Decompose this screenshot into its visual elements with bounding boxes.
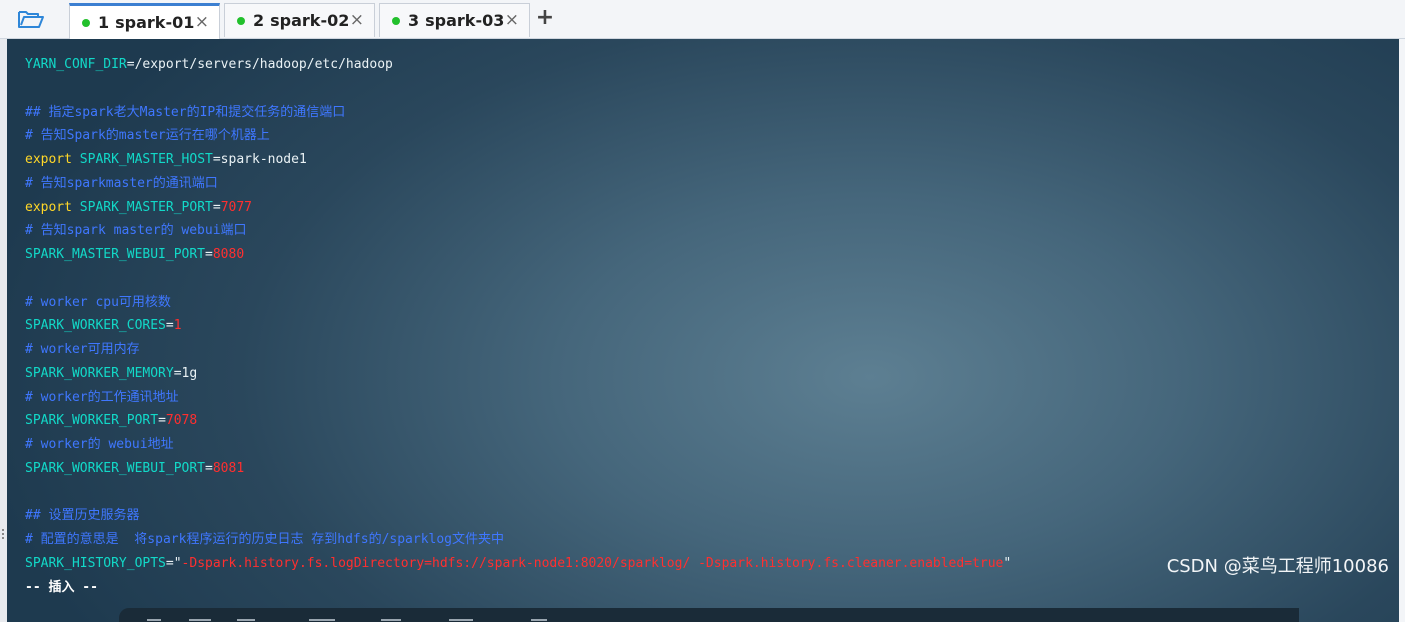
tab-label: spark-01 [115, 13, 195, 32]
terminal-line: # 告知Spark的master运行在哪个机器上 [25, 124, 1385, 148]
terminal-text-segment: " [1003, 555, 1012, 571]
terminal-text-segment: = [212, 199, 221, 215]
terminal-text-segment: # 告知spark master的 webui端口 [25, 223, 247, 239]
terminal-text-segment: = [205, 247, 213, 262]
terminal-line: # worker的工作通讯地址 [25, 386, 1385, 410]
terminal-text-segment: SPARK_WORKER_MEMORY [25, 365, 174, 381]
close-tab-icon[interactable]: × [350, 10, 364, 30]
terminal-text: YARN_CONF_DIR=/export/servers/hadoop/etc… [25, 53, 1385, 599]
terminal-screen[interactable]: YARN_CONF_DIR=/export/servers/hadoop/etc… [7, 39, 1399, 622]
tab-number: 3 [408, 11, 420, 30]
side-panel-strip [0, 39, 7, 622]
terminal-text-segment: 7077 [220, 199, 252, 215]
terminal-text-segment: # 配置的意思是 将spark程序运行的历史日志 存到hdfs的/sparklo… [25, 532, 505, 547]
terminal-line: ## 指定spark老大Master的IP和提交任务的通信端口 [25, 101, 1385, 125]
watermark: CSDN @菜鸟工程师10086 [1166, 556, 1389, 577]
terminal-text-segment: =spark-node1 [212, 152, 307, 167]
tab-spark-03[interactable]: 3 spark-03 × [379, 3, 530, 37]
terminal-text-segment: # worker的 webui地址 [25, 437, 174, 452]
terminal-line: # 告知spark master的 webui端口 [25, 219, 1385, 243]
terminal-text-segment: # worker cpu可用核数 [25, 294, 171, 310]
tab-number: 2 [253, 11, 265, 30]
scrollbar-track[interactable] [1399, 39, 1405, 622]
terminal-text-segment: SPARK_WORKER_CORES [25, 318, 166, 334]
terminal-text-segment: SPARK_HISTORY_OPTS [25, 555, 166, 571]
terminal-text-segment: 7078 [165, 413, 198, 429]
terminal-line: YARN_CONF_DIR=/export/servers/hadoop/etc… [25, 53, 1385, 77]
terminal-line: # 配置的意思是 将spark程序运行的历史日志 存到hdfs的/sparklo… [25, 528, 1385, 552]
terminal-line: export SPARK_MASTER_PORT=7077 [25, 196, 1385, 220]
terminal-text-segment: 8081 [212, 460, 245, 476]
terminal-line: # worker可用内存 [25, 338, 1385, 362]
terminal-line: ## 设置历史服务器 [25, 504, 1385, 528]
resize-grip-icon[interactable] [1, 527, 5, 543]
terminal-line: SPARK_WORKER_WEBUI_PORT=8081 [25, 457, 1385, 481]
terminal-line: # 告知sparkmaster的通讯端口 [25, 172, 1385, 196]
terminal-text-segment: export [25, 199, 80, 215]
connected-status-icon [82, 18, 90, 27]
terminal-text-segment: ## 指定spark老大Master的IP和提交任务的通信端口 [25, 104, 346, 120]
terminal-text-segment: =1g [173, 365, 198, 381]
terminal-text-segment: ## 设置历史服务器 [25, 508, 140, 524]
terminal-text-segment: 8080 [212, 247, 245, 262]
terminal-bottom-overlay [119, 608, 1299, 622]
terminal-text-segment: =" [165, 555, 182, 571]
close-tab-icon[interactable]: × [195, 12, 209, 32]
terminal-text-segment: # worker的工作通讯地址 [25, 389, 179, 405]
terminal-text-segment: SPARK_WORKER_PORT [25, 413, 159, 429]
terminal-text-segment: SPARK_MASTER_PORT [79, 199, 213, 215]
tab-number: 1 [98, 13, 110, 32]
tab-bar: 1 spark-01 × 2 spark-02 × 3 spark-03 × + [0, 0, 1405, 39]
terminal-line: SPARK_MASTER_WEBUI_PORT=8080 [25, 243, 1385, 267]
terminal-text-segment: -- 插入 -- [25, 579, 98, 595]
terminal-text-segment: # 告知Spark的master运行在哪个机器上 [25, 128, 270, 144]
terminal-text-segment: SPARK_MASTER_HOST [79, 152, 213, 167]
close-tab-icon[interactable]: × [505, 10, 519, 30]
terminal-line: SPARK_WORKER_PORT=7078 [25, 409, 1385, 433]
terminal-text-segment: export [25, 152, 80, 167]
terminal-text-segment: # worker可用内存 [25, 342, 140, 357]
terminal-line: SPARK_WORKER_MEMORY=1g [25, 362, 1385, 386]
terminal-line: # worker cpu可用核数 [25, 291, 1385, 315]
terminal-text-segment: 1 [173, 318, 182, 334]
terminal-text-segment: YARN_CONF_DIR [25, 57, 127, 72]
terminal-text-segment: =/export/servers/hadoop/etc/hadoop [126, 57, 393, 72]
tab-label: spark-02 [270, 11, 350, 30]
terminal-text-segment: = [205, 460, 213, 476]
tab-label: spark-03 [425, 11, 505, 30]
connected-status-icon [237, 16, 245, 25]
terminal-text-segment: SPARK_WORKER_WEBUI_PORT [25, 460, 206, 476]
terminal-text-segment: = [158, 413, 166, 429]
folder-open-icon [18, 11, 44, 28]
terminal-text-segment: -Dspark.history.fs.logDirectory=hdfs://s… [181, 555, 1004, 571]
terminal-text-segment: = [165, 318, 174, 334]
tab-spark-02[interactable]: 2 spark-02 × [224, 3, 375, 37]
terminal-text-segment: # 告知sparkmaster的通讯端口 [25, 175, 218, 191]
terminal-line: SPARK_WORKER_CORES=1 [25, 314, 1385, 338]
connected-status-icon [392, 16, 400, 25]
terminal-line: -- 插入 -- [25, 576, 1385, 600]
open-session-button[interactable] [14, 6, 48, 32]
add-tab-button[interactable]: + [535, 5, 555, 31]
terminal-text-segment: SPARK_MASTER_WEBUI_PORT [25, 247, 206, 262]
terminal-line: # worker的 webui地址 [25, 433, 1385, 457]
terminal-line: export SPARK_MASTER_HOST=spark-node1 [25, 148, 1385, 172]
tab-spark-01[interactable]: 1 spark-01 × [69, 3, 220, 39]
